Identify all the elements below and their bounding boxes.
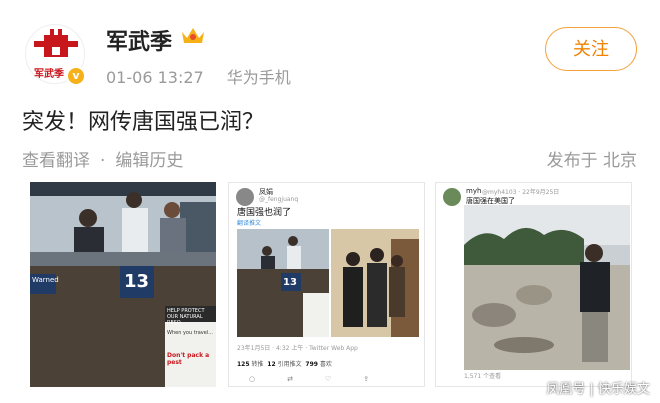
translate-link[interactable]: 查看翻译 bbox=[22, 151, 90, 171]
post-location: 发布于 北京 bbox=[546, 151, 637, 171]
retweet-icon: ⇄ bbox=[287, 375, 325, 383]
tweet-avatar bbox=[236, 188, 254, 206]
image-tweet-screenshot[interactable]: 凤娟 @_fengjuanq 唐国强也润了 翻译推文 13 23年1月5日 · … bbox=[228, 182, 425, 387]
tweet-translate-link: 翻译推文 bbox=[237, 220, 262, 227]
tweet-likes: 799 bbox=[305, 361, 318, 368]
tweet-account-handle: @_fengjuanq bbox=[259, 196, 299, 203]
tweet2-photo-coast bbox=[464, 205, 630, 370]
tweet2-account-handle: @myh4103 · 22年9月25日 bbox=[482, 189, 560, 196]
crown-icon[interactable] bbox=[180, 24, 206, 46]
notice-sub1: When you travel... bbox=[167, 330, 213, 336]
edit-history-link[interactable]: 编辑历史 bbox=[115, 151, 183, 171]
username[interactable]: 军武季 bbox=[106, 24, 172, 56]
post-device: 华为手机 bbox=[226, 68, 291, 87]
avatar-text: 军武季 bbox=[34, 69, 64, 80]
tweet-gate-number: 13 bbox=[283, 277, 297, 288]
tweet-likes-label: 喜欢 bbox=[319, 361, 332, 368]
watermark: 凤凰号 | 快乐娱文 bbox=[546, 382, 650, 397]
tweet-time: 23年1月5日 · 4:32 上午 · Twitter Web App bbox=[237, 345, 358, 352]
tweet2-account-name: myh bbox=[466, 187, 482, 195]
gate-number: 13 bbox=[124, 271, 150, 292]
verified-badge-icon: v bbox=[66, 66, 86, 86]
tweet-retweets-label: 转推 bbox=[251, 361, 264, 368]
tweet-quotes-label: 引用推文 bbox=[277, 361, 302, 368]
tweet2-footer: 1,571 个查看 bbox=[464, 373, 502, 380]
tweet-stats: 125 转推 12 引用推文 799 喜欢 bbox=[237, 359, 332, 368]
follow-button[interactable]: 关注 bbox=[545, 27, 637, 71]
post-text: 突发！网传唐国强已润？ bbox=[22, 110, 265, 135]
notice-sub2: Don't pack a pest bbox=[167, 352, 210, 366]
tweet2-avatar bbox=[443, 188, 461, 206]
post-time: 01-06 13:27 bbox=[106, 68, 204, 87]
image-tweet-screenshot-2[interactable]: myh @myh4103 · 22年9月25日 唐国强在美国了 1,571 个查… bbox=[435, 182, 632, 387]
warned-sign: Warned bbox=[32, 276, 59, 284]
post-actions: 查看翻译 · 编辑历史 bbox=[22, 146, 183, 171]
notice-sign: HELP PROTECT OUR NATURAL RESO bbox=[167, 308, 205, 326]
tweet-quotes: 12 bbox=[267, 361, 276, 368]
like-icon: ♡ bbox=[324, 375, 364, 383]
tweet-action-icons: ○⇄♡⇪ bbox=[249, 375, 401, 383]
reply-icon: ○ bbox=[249, 375, 288, 383]
separator-dot: · bbox=[100, 151, 106, 171]
share-icon: ⇪ bbox=[363, 375, 402, 383]
image-airport-photo[interactable]: 13 Warned HELP PROTECT OUR NATURAL RESO … bbox=[30, 182, 216, 387]
tweet-photo-group bbox=[331, 229, 419, 337]
tweet-retweets: 125 bbox=[237, 361, 250, 368]
tweet-text: 唐国强也润了 bbox=[237, 208, 292, 218]
post-meta: 01-06 13:27 华为手机 bbox=[106, 64, 309, 88]
